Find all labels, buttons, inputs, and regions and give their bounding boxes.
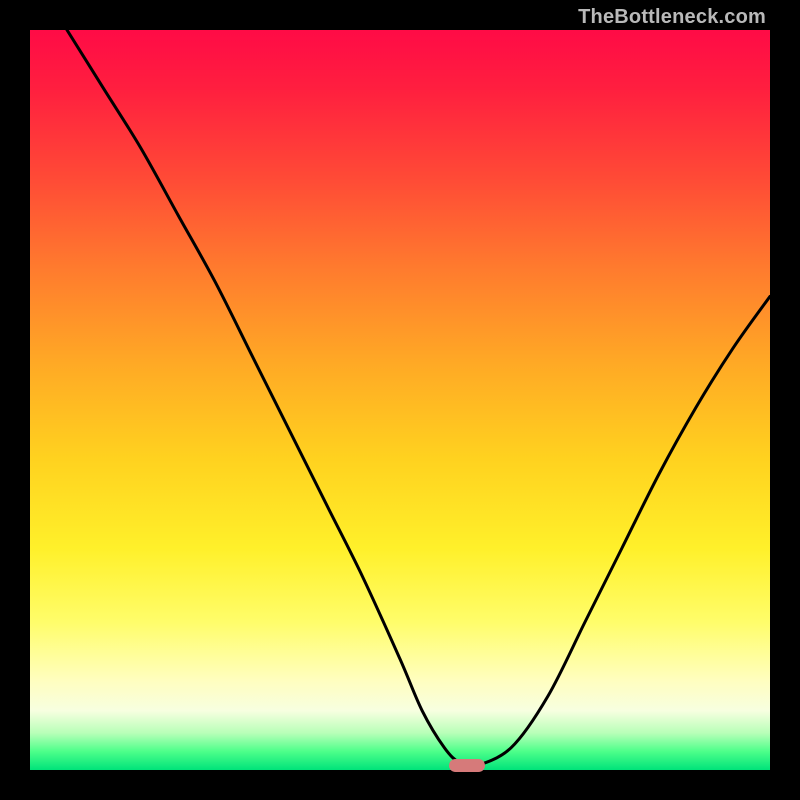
chart-frame: TheBottleneck.com	[0, 0, 800, 800]
watermark-text: TheBottleneck.com	[578, 6, 766, 29]
bottleneck-curve	[30, 30, 770, 770]
plot-area	[30, 30, 770, 770]
minimum-marker	[449, 759, 485, 772]
